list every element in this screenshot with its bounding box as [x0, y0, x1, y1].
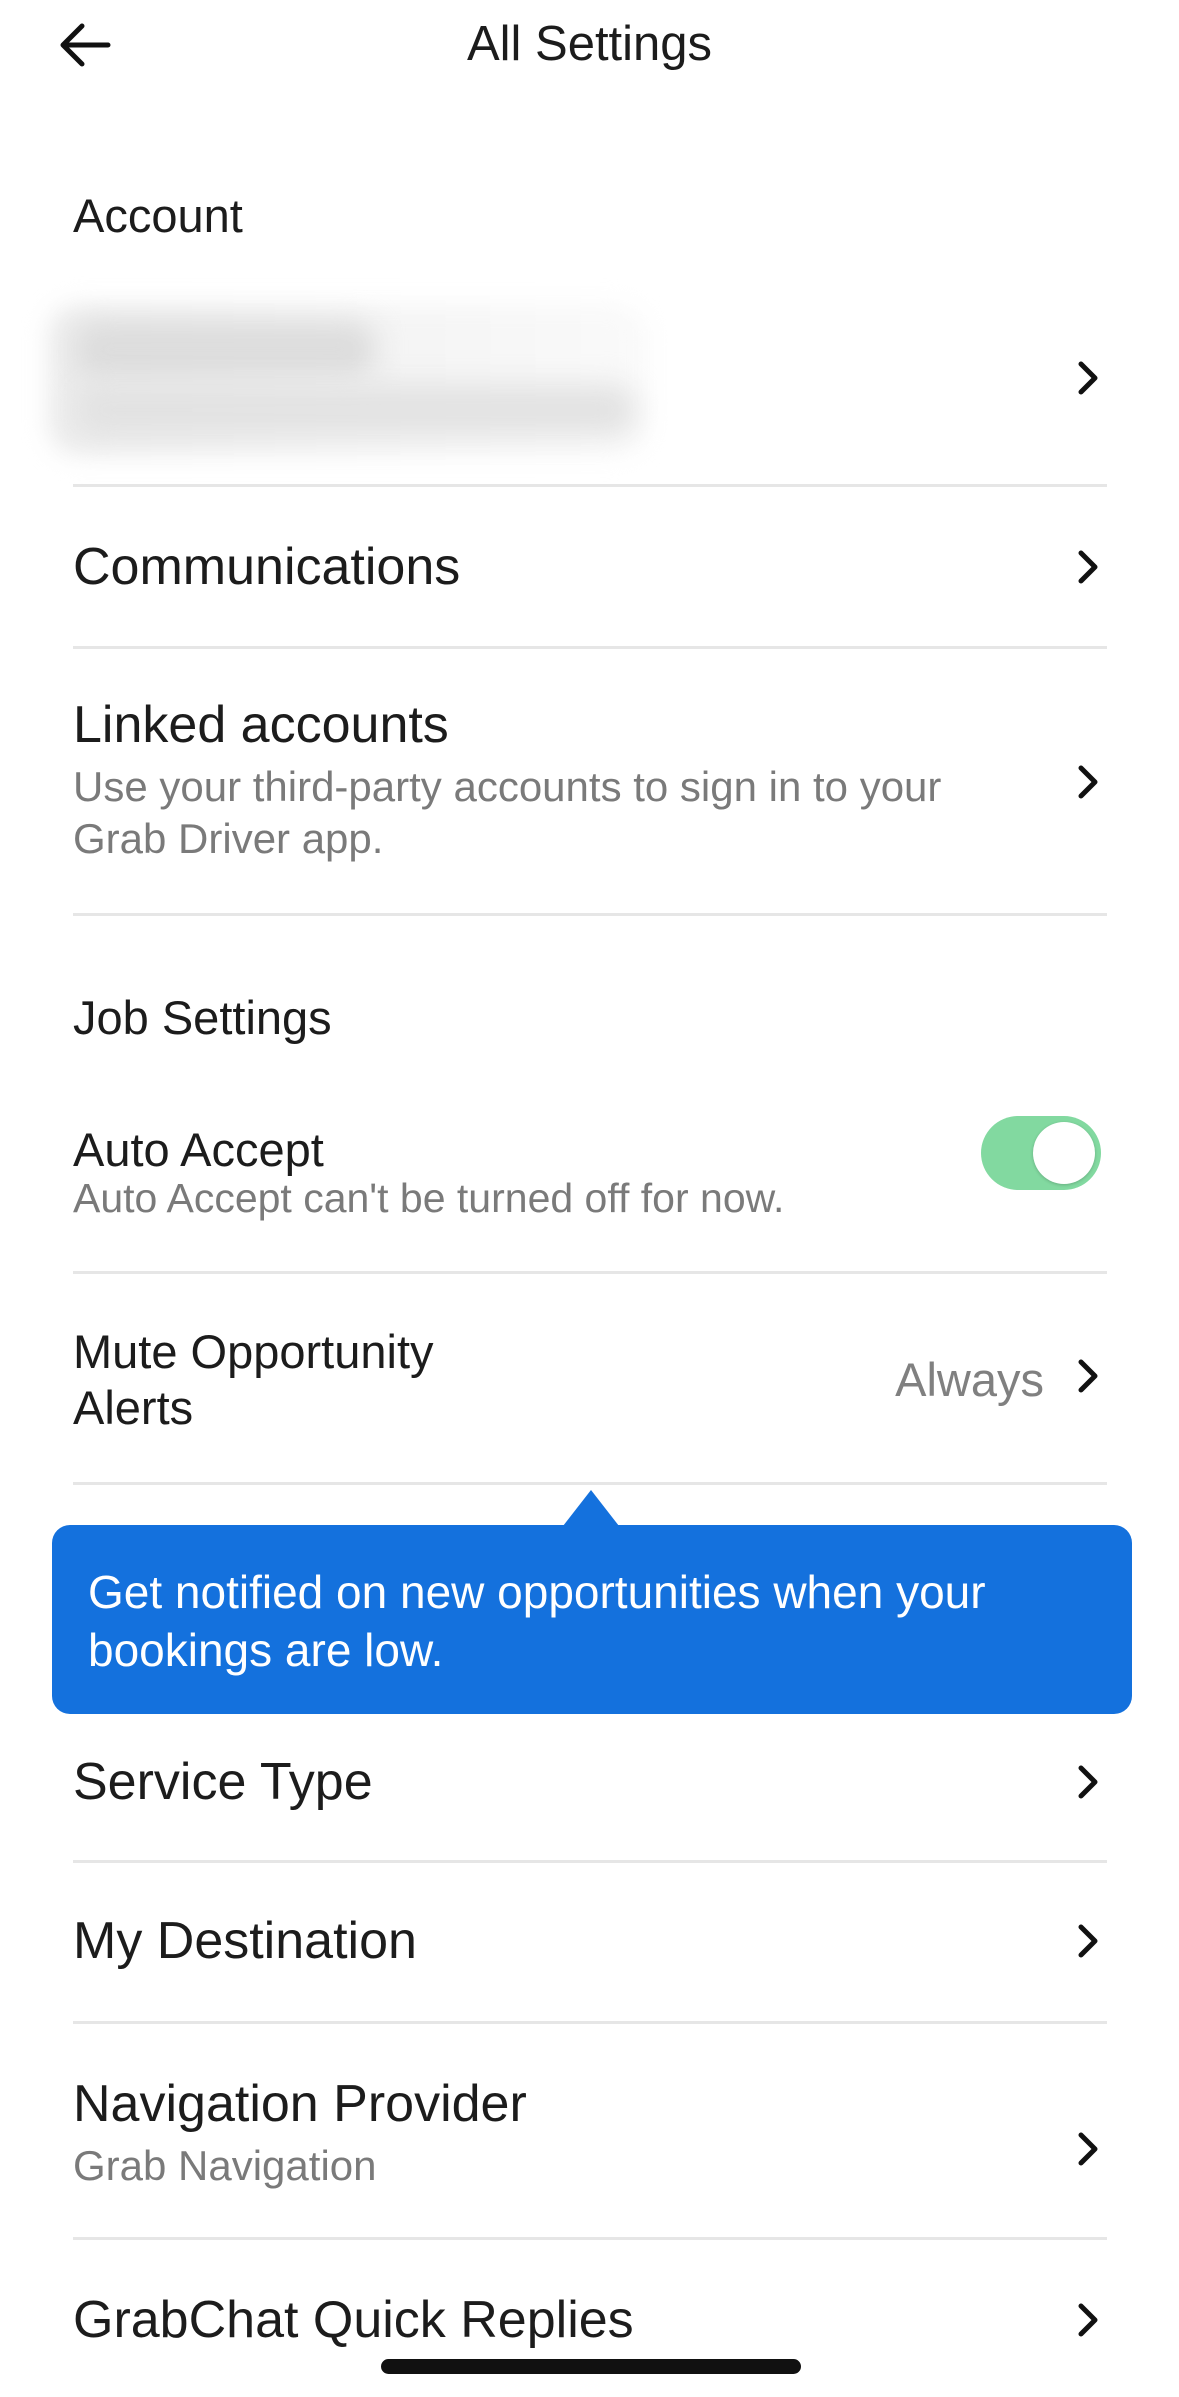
chevron-right-icon [1078, 1765, 1098, 1799]
top-bar: All Settings [0, 0, 1179, 90]
mute-alerts-label-line2: Alerts [73, 1381, 194, 1434]
navigation-provider-label: Navigation Provider [73, 2075, 527, 2133]
section-header-job-settings: Job Settings [73, 991, 332, 1044]
communications-row[interactable]: Communications [73, 487, 1107, 647]
my-destination-label: My Destination [73, 1912, 417, 1970]
service-type-row[interactable]: Service Type [73, 1714, 1107, 1860]
linked-accounts-label: Linked accounts [73, 696, 449, 754]
home-indicator [381, 2359, 801, 2374]
page-title: All Settings [466, 17, 713, 71]
linked-accounts-description: Use your third-party accounts to sign in… [73, 763, 942, 862]
auto-accept-label: Auto Accept [73, 1123, 324, 1176]
quick-replies-label: GrabChat Quick Replies [73, 2291, 634, 2349]
toggle-knob [1033, 1122, 1095, 1184]
chevron-right-icon [1078, 550, 1098, 584]
communications-label: Communications [73, 538, 461, 596]
section-header-account: Account [73, 189, 243, 242]
redacted-profile-name [75, 322, 375, 377]
opportunity-alerts-tooltip[interactable]: Get notified on new opportunities when y… [52, 1525, 1132, 1714]
auto-accept-description: Auto Accept can't be turned off for now. [73, 1175, 785, 1221]
navigation-provider-row[interactable]: Navigation Provider Grab Navigation [73, 2024, 1107, 2237]
navigation-provider-value: Grab Navigation [73, 2142, 377, 2189]
auto-accept-row: Auto Accept Auto Accept can't be turned … [73, 1090, 1107, 1270]
mute-alerts-label-line1: Mute Opportunity [73, 1325, 434, 1378]
chevron-right-icon [1078, 1359, 1098, 1393]
mute-opportunity-alerts-row[interactable]: Mute Opportunity Alerts Always [73, 1274, 1107, 1482]
mute-alerts-value: Always [895, 1353, 1044, 1406]
tooltip-arrow [563, 1490, 619, 1526]
chevron-right-icon [1078, 765, 1098, 799]
auto-accept-toggle[interactable] [981, 1116, 1101, 1190]
service-type-label: Service Type [73, 1753, 373, 1811]
linked-accounts-row[interactable]: Linked accounts Use your third-party acc… [73, 649, 1107, 914]
divider [73, 913, 1107, 916]
chevron-right-icon [1078, 361, 1098, 395]
chevron-right-icon [1078, 2303, 1098, 2337]
chevron-right-icon [1078, 2132, 1098, 2166]
chevron-right-icon [1078, 1924, 1098, 1958]
tooltip-text: Get notified on new opportunities when y… [88, 1566, 986, 1676]
my-destination-row[interactable]: My Destination [73, 1863, 1107, 2021]
redacted-profile-detail [75, 385, 635, 435]
divider [73, 1482, 1107, 1485]
